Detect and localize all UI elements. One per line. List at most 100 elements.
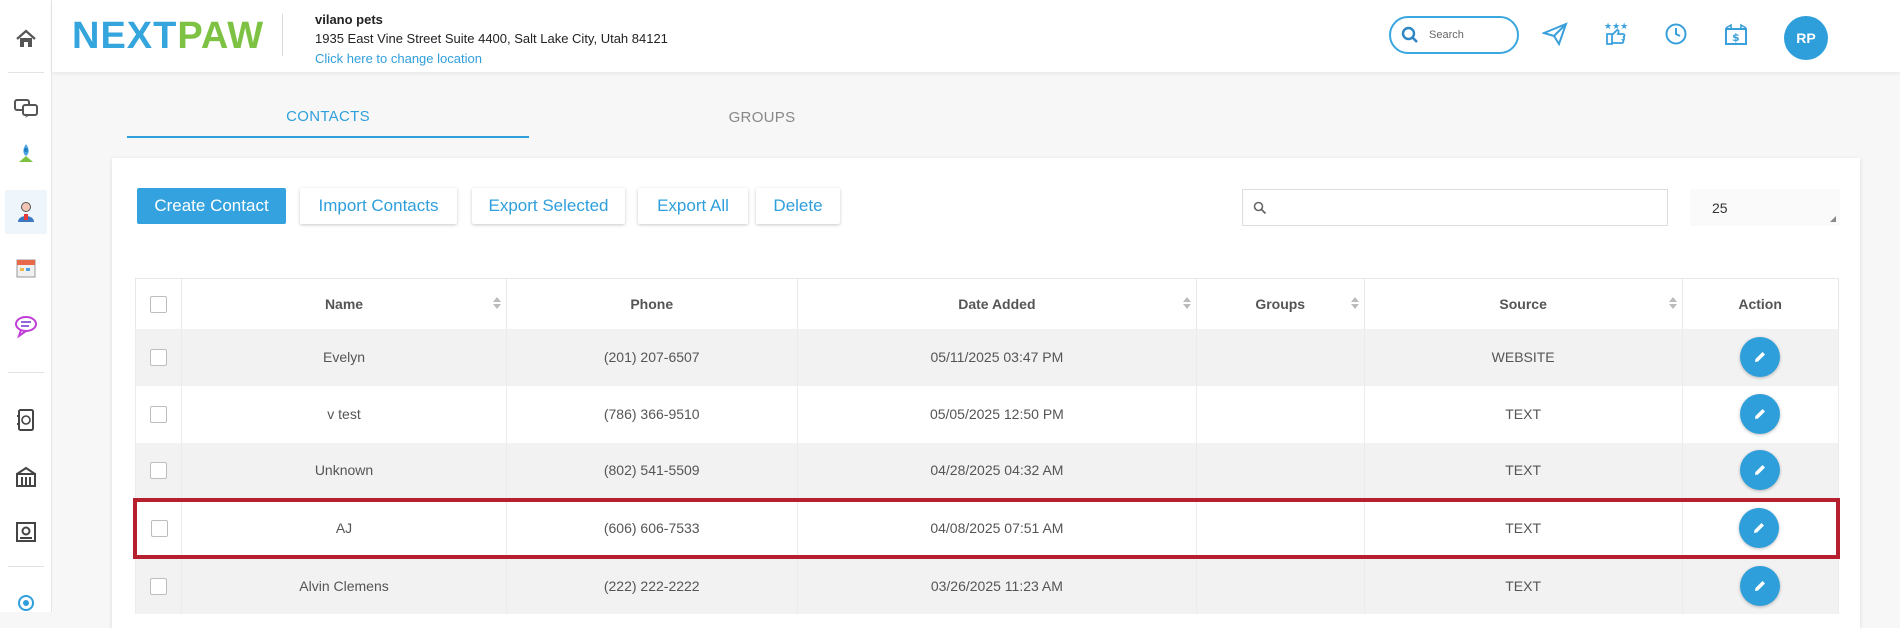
search-icon [1253,201,1267,214]
payments-icon[interactable] [0,398,52,442]
export-all-button[interactable]: Export All [638,188,748,224]
row-select-cell [134,556,183,614]
sidebar [0,0,52,612]
sidebar-divider [8,372,44,373]
delete-button[interactable]: Delete [756,188,840,224]
cell-date-added: 05/05/2025 12:50 PM [797,385,1197,443]
location-address: 1935 East Vine Street Suite 4400, Salt L… [315,31,668,46]
row-checkbox[interactable] [149,461,167,479]
export-selected-button[interactable]: Export Selected [472,188,625,224]
clock-icon[interactable] [1660,18,1692,50]
edit-contact-button[interactable] [1740,337,1781,377]
global-search-placeholder: Search [1429,29,1464,41]
header-divider [282,14,283,56]
table-row-highlighted: AJ (606) 606-7533 04/08/2025 07:51 AM TE… [133,497,1840,559]
money-gift-icon[interactable]: $ [1720,18,1752,50]
column-header-action: Action [1682,278,1839,329]
global-search[interactable]: Search [1389,16,1519,54]
contacts-card: Create Contact Import Contacts Export Se… [112,158,1860,628]
cell-name: Alvin Clemens [181,556,507,614]
cell-phone: (201) 207-6507 [506,328,798,386]
cell-source: TEXT [1364,442,1683,500]
row-checkbox[interactable] [149,577,167,595]
cell-action [1682,497,1840,559]
cell-groups [1196,328,1365,386]
cell-source: TEXT [1364,556,1683,614]
calendar-icon[interactable] [0,246,52,290]
cell-groups [1196,497,1365,559]
campaign-icon[interactable] [0,132,52,176]
cell-source: TEXT [1364,497,1683,559]
edit-contact-button[interactable] [1740,450,1781,490]
cell-source: TEXT [1364,385,1683,443]
row-checkbox[interactable] [150,519,168,537]
cell-name: Evelyn [181,328,507,386]
column-header-name[interactable]: Name [181,278,507,329]
pencil-icon [1754,523,1765,533]
create-contact-button[interactable]: Create Contact [137,188,286,224]
column-header-groups[interactable]: Groups [1196,278,1365,329]
contacts-tabs: CONTACTS GROUPS [127,96,993,138]
column-header-phone: Phone [506,278,798,329]
row-checkbox[interactable] [149,405,167,423]
location-name: vilano pets [315,12,383,27]
table-header-row: Name Phone Date Added Groups Source Acti… [134,278,1839,329]
pencil-icon [1755,409,1766,419]
message-icon[interactable] [0,304,52,348]
import-contacts-button[interactable]: Import Contacts [300,188,457,224]
change-location-link[interactable]: Click here to change location [315,51,482,66]
edit-contact-button[interactable] [1740,394,1781,434]
cell-phone: (786) 366-9510 [506,385,798,443]
cell-action [1682,442,1839,500]
cell-groups [1196,556,1365,614]
column-header-source[interactable]: Source [1364,278,1683,329]
cell-date-added: 05/11/2025 03:47 PM [797,328,1197,386]
cell-action [1682,385,1839,443]
cell-phone: (802) 541-5509 [506,442,798,500]
edit-contact-button[interactable] [1739,508,1780,548]
cell-phone: (606) 606-7533 [506,497,798,559]
chat-bubbles-icon[interactable] [0,86,52,130]
search-icon [1401,26,1418,43]
cell-date-added: 03/26/2025 11:23 AM [797,556,1197,614]
table-row: Evelyn (201) 207-6507 05/11/2025 03:47 P… [134,328,1839,386]
cell-action [1682,328,1839,386]
settings-icon[interactable] [0,510,52,554]
top-bar: NEXTPAW vilano pets 1935 East Vine Stree… [52,0,1900,72]
cell-groups [1196,442,1365,500]
contacts-table: Name Phone Date Added Groups Source Acti… [133,278,1840,614]
cell-name: Unknown [181,442,507,500]
row-select-cell [134,385,183,443]
table-search-input[interactable] [1242,189,1668,226]
cell-date-added: 04/28/2025 04:32 AM [797,442,1197,500]
sort-icon [1182,297,1191,309]
review-stars-icon[interactable]: ★★★ [1599,18,1631,50]
edit-contact-button[interactable] [1740,566,1781,606]
resize-grip-icon [1830,216,1836,222]
paper-plane-icon[interactable] [1539,18,1571,50]
row-select-cell [133,497,183,559]
column-header-date-added[interactable]: Date Added [797,278,1197,329]
table-row: v test (786) 366-9510 05/05/2025 12:50 P… [134,385,1839,443]
sort-icon [492,297,501,309]
tab-contacts[interactable]: CONTACTS [127,96,529,138]
rows-per-page-select[interactable]: 25 [1690,189,1840,226]
pencil-icon [1755,465,1766,475]
cell-action [1682,556,1839,614]
cell-name: AJ [181,497,507,559]
contacts-icon[interactable] [5,190,47,234]
row-checkbox[interactable] [149,348,167,366]
row-select-cell [134,328,183,386]
svg-text:$: $ [1732,31,1740,44]
select-all-cell [134,278,183,329]
building-icon[interactable] [0,455,52,499]
nextpaw-logo[interactable]: NEXTPAW [72,14,264,58]
sort-icon [1668,297,1677,309]
pencil-icon [1755,352,1766,362]
home-icon[interactable] [0,17,52,61]
tab-groups[interactable]: GROUPS [561,96,963,138]
select-all-checkbox[interactable] [149,295,167,313]
user-avatar[interactable]: RP [1784,16,1828,60]
cell-groups [1196,385,1365,443]
award-icon[interactable] [0,584,52,628]
